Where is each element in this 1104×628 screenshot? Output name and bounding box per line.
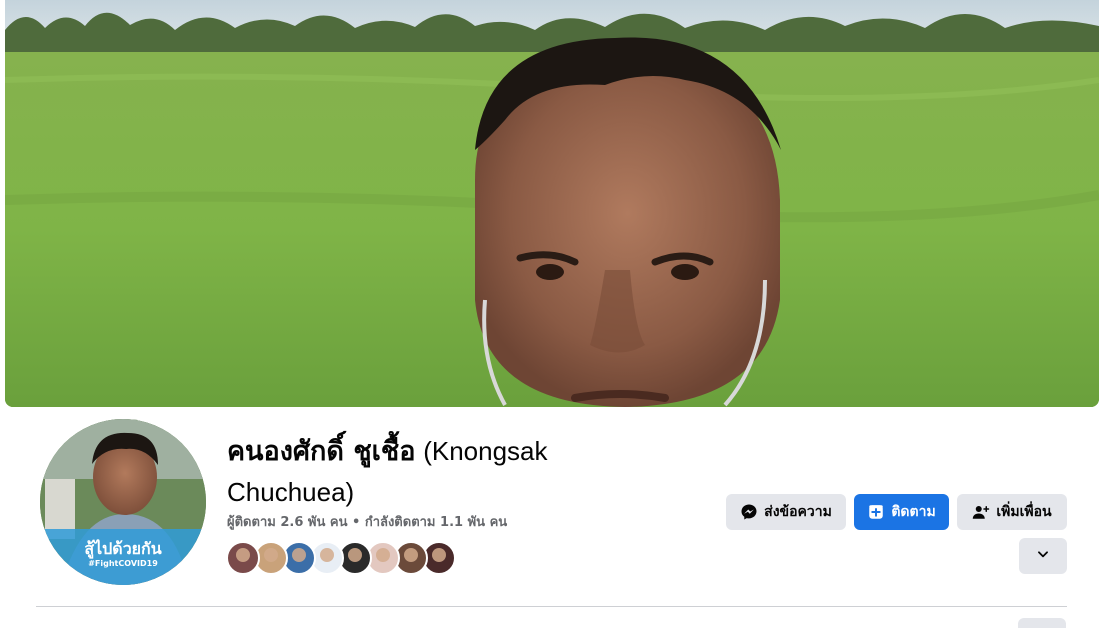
avatar-frame-hashtag: #FightCOVID19: [88, 559, 158, 568]
friend-avatar-face: [236, 548, 250, 562]
tab-more-button[interactable]: [1018, 618, 1066, 628]
add-friend-button[interactable]: เพิ่มเพื่อน: [957, 494, 1067, 530]
follow-plus-icon: [867, 503, 885, 521]
cover-photo-image: [5, 0, 1099, 407]
profile-avatar[interactable]: สู้ไปด้วยกัน #FightCOVID19: [37, 416, 209, 588]
follower-stats[interactable]: ผู้ติดตาม 2.6 พัน คน • กำลังติดตาม 1.1 พ…: [227, 511, 507, 532]
messenger-icon: [740, 503, 758, 521]
friend-avatar-face: [404, 548, 418, 562]
friend-avatar-face: [348, 548, 362, 562]
follow-button[interactable]: ติดตาม: [854, 494, 949, 530]
friend-avatar-face: [376, 548, 390, 562]
more-options-button[interactable]: [1019, 538, 1067, 574]
profile-name: คนองศักดิ์ ชูเชื้อ (Knongsak Chuchuea): [227, 431, 647, 512]
profile-name-thai: คนองศักดิ์ ชูเชื้อ: [227, 436, 416, 467]
add-friend-button-label: เพิ่มเพื่อน: [996, 504, 1052, 520]
friend-avatar-face: [264, 548, 278, 562]
friend-avatar-face: [432, 548, 446, 562]
cover-photo[interactable]: [5, 0, 1099, 407]
chevron-down-icon: [1036, 547, 1050, 566]
message-button-label: ส่งข้อความ: [764, 504, 832, 520]
avatar-image: สู้ไปด้วยกัน #FightCOVID19: [40, 419, 206, 585]
friends-preview[interactable]: [226, 541, 456, 575]
friend-avatar-face: [320, 548, 334, 562]
friend-avatar-face: [292, 548, 306, 562]
profile-header-divider: [36, 606, 1067, 607]
friend-avatar[interactable]: [226, 541, 260, 575]
follow-button-label: ติดตาม: [891, 504, 936, 520]
message-button[interactable]: ส่งข้อความ: [726, 494, 846, 530]
add-friend-icon: [972, 503, 990, 521]
